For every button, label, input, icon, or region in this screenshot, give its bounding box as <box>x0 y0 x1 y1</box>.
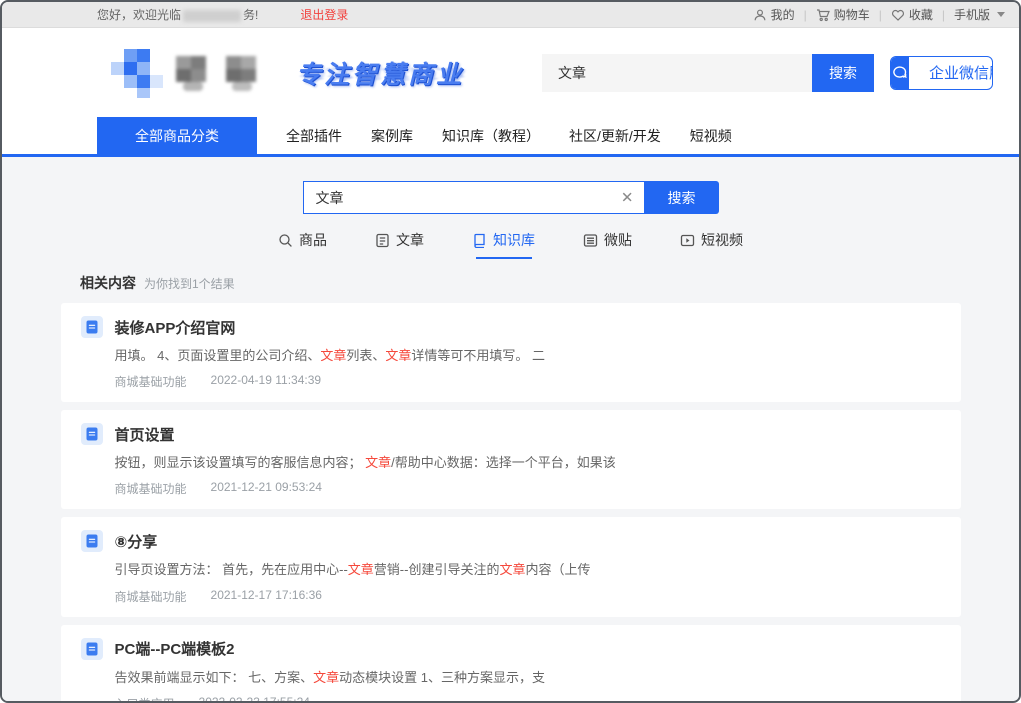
result-title-row[interactable]: ⑧分享 <box>81 530 941 552</box>
tab-articles[interactable]: 文章 <box>375 230 424 259</box>
search-icon <box>278 233 293 248</box>
result-category: 商城基础功能 <box>115 373 187 390</box>
result-card: 装修APP介绍官网 用填。 4、页面设置里的公司介绍、文章列表、文章详情等可不用… <box>61 303 961 402</box>
result-category: 商城基础功能 <box>115 588 187 605</box>
search-tabs: 商品 文章 知识库 微贴 <box>2 230 1019 259</box>
knowledge-icon <box>472 233 487 248</box>
nav-link-video[interactable]: 短视频 <box>690 117 732 154</box>
result-meta: 入口类应用 2022-02-23 17:55:24 <box>115 695 941 701</box>
browser-window: 您好，欢迎光临 务! 退出登录 我的 | 购物车 | 收藏 <box>0 0 1021 703</box>
result-category: 商城基础功能 <box>115 480 187 497</box>
search-input-wrap: 文章 ✕ <box>303 181 645 214</box>
logo-slogan-reflection: 专注智慧商业 <box>296 66 464 86</box>
pixelated-logo-text <box>174 50 274 96</box>
wechat-service-label: 企业微信服务商 <box>909 62 993 83</box>
result-desc: 按钮，则显示该设置填写的客服信息内容； 文章/帮助中心数据：选择一个平台，如果该 <box>115 454 941 472</box>
result-desc: 引导页设置方法： 首先，先在应用中心--文章营销--创建引导关注的文章内容（上传 <box>115 561 941 579</box>
separator: | <box>804 8 807 22</box>
result-meta: 商城基础功能 2022-04-19 11:34:39 <box>115 373 941 390</box>
mobile-version-dropdown[interactable]: 手机版 <box>954 6 1005 23</box>
nav-link-cases[interactable]: 案例库 <box>371 117 413 154</box>
result-title: PC端--PC端模板2 <box>115 638 235 659</box>
logout-link[interactable]: 退出登录 <box>300 6 348 23</box>
result-desc: 用填。 4、页面设置里的公司介绍、文章列表、文章详情等可不用填写。 二 <box>115 347 941 365</box>
topbar-links: 我的 | 购物车 | 收藏 | 手机版 <box>753 6 1005 23</box>
heart-icon <box>891 8 905 22</box>
logo[interactable]: 专注智慧商业 专注智慧商业 <box>110 47 464 99</box>
blurred-username <box>183 10 241 22</box>
post-icon <box>583 233 598 248</box>
topbar: 您好，欢迎光临 务! 退出登录 我的 | 购物车 | 收藏 <box>2 2 1019 28</box>
nav-link-community[interactable]: 社区/更新/开发 <box>569 117 661 154</box>
header-search-input[interactable] <box>542 54 812 92</box>
document-icon <box>81 530 103 552</box>
result-meta: 商城基础功能 2021-12-17 17:16:36 <box>115 588 941 605</box>
result-title-row[interactable]: PC端--PC端模板2 <box>81 638 941 660</box>
tab-knowledge[interactable]: 知识库 <box>472 230 535 259</box>
wechat-work-icon <box>891 56 909 90</box>
document-icon <box>81 423 103 445</box>
document-icon <box>81 638 103 660</box>
result-time: 2022-04-19 11:34:39 <box>211 373 322 390</box>
search-section: 文章 ✕ 搜索 <box>2 181 1019 214</box>
video-icon <box>680 233 695 248</box>
separator: | <box>942 8 945 22</box>
site-header: 专注智慧商业 专注智慧商业 搜索 企业微信服务商 <box>2 28 1019 117</box>
results-header: 相关内容 为你找到1个结果 <box>80 273 1019 293</box>
pixelated-logo-mark <box>110 47 164 99</box>
article-icon <box>375 233 390 248</box>
greeting-suffix: 务! <box>243 6 258 23</box>
tab-posts[interactable]: 微贴 <box>583 230 632 259</box>
user-icon <box>753 8 767 22</box>
search-button[interactable]: 搜索 <box>645 181 719 214</box>
greeting-prefix: 您好，欢迎光临 <box>97 6 181 23</box>
favorites-link[interactable]: 收藏 <box>891 6 933 23</box>
result-time: 2021-12-17 17:16:36 <box>211 588 322 605</box>
nav-link-plugins[interactable]: 全部插件 <box>286 117 342 154</box>
search-input-value[interactable]: 文章 <box>316 188 344 208</box>
my-account-link[interactable]: 我的 <box>753 6 795 23</box>
results-count: 为你找到1个结果 <box>144 275 235 292</box>
cart-icon <box>816 8 830 22</box>
nav-link-knowledge[interactable]: 知识库（教程） <box>442 117 540 154</box>
tab-videos[interactable]: 短视频 <box>680 230 743 259</box>
logo-slogan: 专注智慧商业 专注智慧商业 <box>296 55 464 91</box>
result-list: 装修APP介绍官网 用填。 4、页面设置里的公司介绍、文章列表、文章详情等可不用… <box>61 303 961 701</box>
result-title-row[interactable]: 装修APP介绍官网 <box>81 316 941 338</box>
result-meta: 商城基础功能 2021-12-21 09:53:24 <box>115 480 941 497</box>
result-desc: 告效果前端显示如下： 七、方案、文章动态模块设置 1、三种方案显示，支 <box>115 669 941 687</box>
all-categories-button[interactable]: 全部商品分类 <box>97 117 257 154</box>
result-title: 装修APP介绍官网 <box>115 317 236 338</box>
result-title: ⑧分享 <box>115 531 158 552</box>
tab-goods[interactable]: 商品 <box>278 230 327 259</box>
result-card: PC端--PC端模板2 告效果前端显示如下： 七、方案、文章动态模块设置 1、三… <box>61 625 961 701</box>
result-card: ⑧分享 引导页设置方法： 首先，先在应用中心--文章营销--创建引导关注的文章内… <box>61 517 961 616</box>
separator: | <box>879 8 882 22</box>
header-search-button[interactable]: 搜索 <box>812 54 874 92</box>
main-nav: 全部商品分类 全部插件 案例库 知识库（教程） 社区/更新/开发 短视频 <box>2 117 1019 157</box>
wechat-service-button[interactable]: 企业微信服务商 <box>890 56 993 90</box>
result-time: 2022-02-23 17:55:24 <box>199 695 310 701</box>
result-title-row[interactable]: 首页设置 <box>81 423 941 445</box>
result-title: 首页设置 <box>115 424 175 445</box>
result-card: 首页设置 按钮，则显示该设置填写的客服信息内容； 文章/帮助中心数据：选择一个平… <box>61 410 961 509</box>
header-search: 搜索 <box>542 54 874 92</box>
chevron-down-icon <box>997 12 1005 17</box>
cart-link[interactable]: 购物车 <box>816 6 870 23</box>
document-icon <box>81 316 103 338</box>
results-title: 相关内容 <box>80 273 136 293</box>
main-content: 文章 ✕ 搜索 商品 文章 知识库 <box>2 157 1019 701</box>
clear-search-icon[interactable]: ✕ <box>621 190 634 205</box>
result-time: 2021-12-21 09:53:24 <box>211 480 322 497</box>
result-category: 入口类应用 <box>115 695 175 701</box>
